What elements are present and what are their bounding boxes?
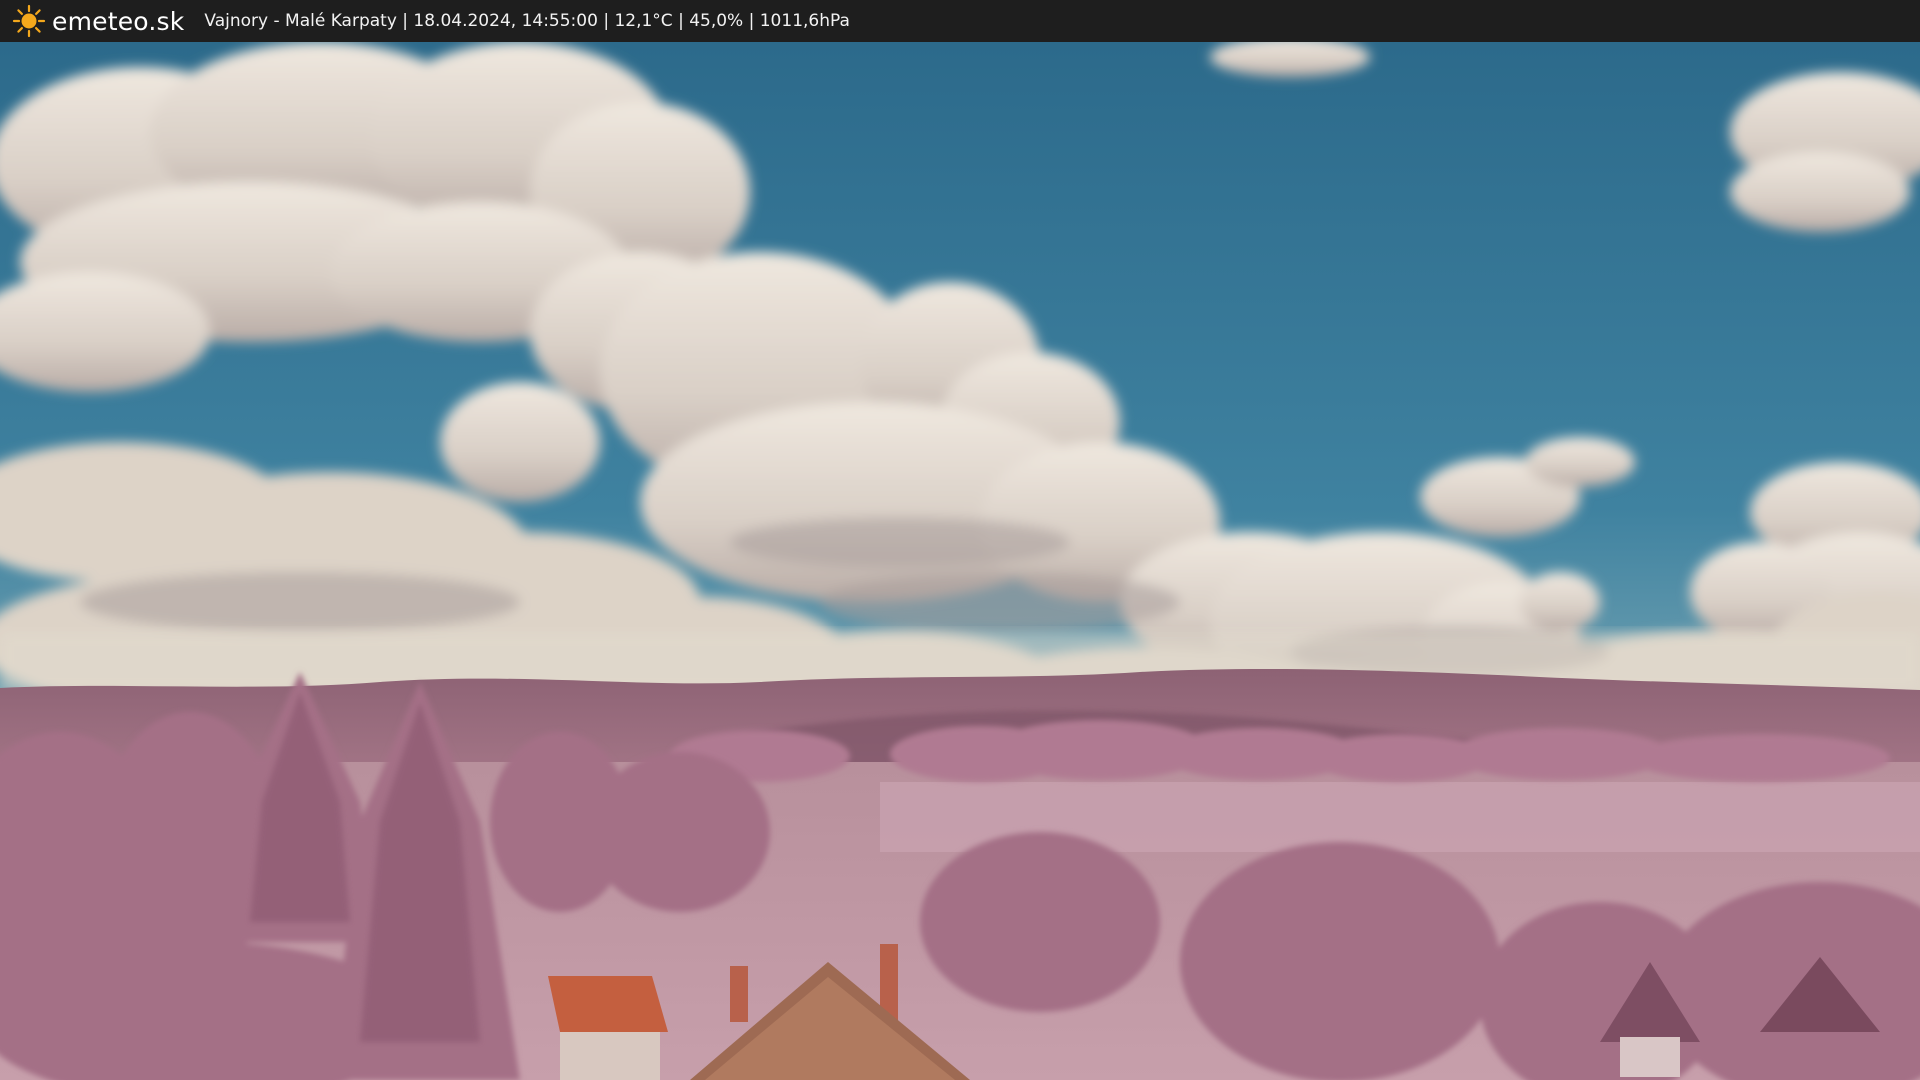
camera-caption: Vajnory - Malé Karpaty | 18.04.2024, 14:…	[204, 11, 850, 31]
sun-icon	[12, 4, 46, 38]
header-bar: emeteo.sk Vajnory - Malé Karpaty | 18.04…	[0, 0, 1920, 42]
brand-name[interactable]: emeteo.sk	[52, 7, 184, 36]
webcam-image	[0, 42, 1920, 1080]
